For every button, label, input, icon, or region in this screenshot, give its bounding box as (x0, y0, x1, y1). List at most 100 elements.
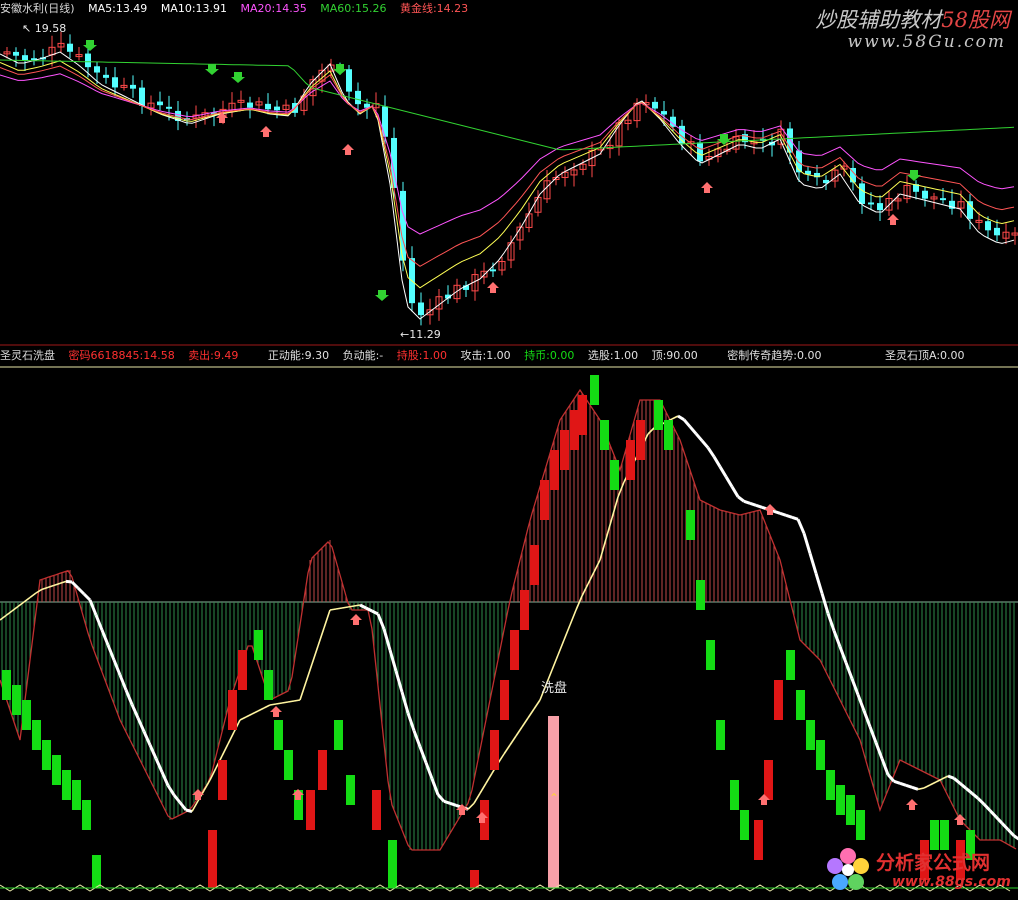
green-step-bar (806, 720, 815, 750)
trend-curve-segment (551, 654, 559, 671)
trend-curve-segment (239, 716, 247, 721)
trend-curve-segment (730, 485, 740, 498)
green-step-bar (42, 740, 51, 770)
green-step-bar (52, 755, 61, 785)
trend-curve-segment (953, 777, 961, 785)
trend-curve-segment (251, 710, 259, 715)
trend-curve-segment (737, 495, 745, 503)
candle-body-down (490, 269, 496, 272)
trend-curve-segment (130, 703, 140, 719)
trend-curve-segment (82, 592, 92, 602)
trend-curve-segment (593, 559, 601, 573)
red-step-bar (490, 730, 499, 770)
green-step-bar (274, 720, 283, 750)
red-step-bar (208, 830, 217, 888)
red-step-bar (530, 545, 539, 585)
trend-curve-segment (569, 609, 577, 626)
red-step-bar (318, 750, 327, 790)
trend-curve-segment (65, 579, 73, 584)
trend-curve-segment (779, 511, 787, 517)
attack-label: 攻击:1.00 (460, 349, 511, 362)
candle-body-down (112, 77, 118, 88)
green-down-arrow-icon (83, 40, 97, 51)
trend-curve-segment (1013, 834, 1018, 841)
green-step-bar (664, 420, 673, 450)
trend-curve-segment (124, 689, 134, 706)
trend-curve-segment (166, 784, 176, 796)
trend-curve-segment (154, 757, 164, 773)
trend-curve-segment (905, 783, 913, 789)
green-step-bar (826, 770, 835, 800)
red-step-bar (754, 820, 763, 860)
trend-curve-segment (527, 708, 535, 719)
trend-curve-segment (796, 518, 806, 534)
red-step-bar (510, 630, 519, 670)
pick-label: 选股:1.00 (587, 349, 639, 362)
green-step-bar (846, 795, 855, 825)
low-price-label: ←11.29 (400, 328, 441, 341)
trend-curve-segment (406, 712, 416, 732)
trend-curve-segment (430, 778, 440, 796)
trend-curve-segment (808, 552, 818, 574)
red-step-bar (470, 870, 479, 888)
trend-curve-segment (923, 784, 931, 789)
trend-curve-segment (563, 624, 571, 641)
green-step-bar (610, 460, 619, 490)
red-up-arrow-icon (350, 614, 362, 625)
main-chart-header: 安徽水利(日线) MA5:13.49 MA10:13.91 MA20:14.35… (0, 0, 478, 18)
green-down-arrow-icon (231, 72, 245, 83)
candle-body-down (661, 111, 667, 115)
trend-curve-segment (911, 785, 919, 791)
trend-curve-segment (773, 509, 781, 515)
candle-body-down (355, 90, 361, 105)
trend-curve-segment (5, 610, 13, 617)
trend-curve-segment (971, 792, 979, 800)
red-step-bar (636, 420, 645, 460)
candle-body-down (274, 106, 280, 111)
candle-body-down (247, 102, 253, 108)
trend-curve-segment (418, 746, 428, 764)
red-step-bar (540, 480, 549, 520)
trend-curve-segment (172, 794, 182, 804)
trend-curve-segment (299, 681, 307, 701)
stock-title: 安徽水利(日线) (0, 2, 75, 15)
trend-curve-segment (479, 782, 487, 794)
trend-curve-segment (485, 772, 493, 784)
trend-curve-segment (521, 717, 529, 728)
candle-body-down (418, 302, 424, 316)
trend-curve-segment (311, 645, 319, 665)
green-step-bar (786, 650, 795, 680)
green-step-bar (334, 720, 343, 750)
red-step-bar (578, 395, 587, 435)
trend-curve-segment (965, 787, 973, 795)
green-step-bar (2, 670, 11, 700)
top-a-label: 圣灵石顶A:0.00 (885, 349, 965, 362)
trend-curve-segment (347, 605, 355, 608)
gold-line-label: 黄金线:14.23 (399, 2, 469, 15)
trend-curve-segment (862, 710, 872, 728)
trend-curve-segment (76, 586, 86, 596)
trend-curve-segment (394, 670, 404, 693)
trend-curve-segment (929, 781, 937, 786)
trend-curve-segment (988, 809, 998, 818)
red-step-bar (626, 440, 635, 480)
candle-body-down (985, 221, 991, 231)
trend-curve-segment (473, 792, 481, 804)
green-step-bar (696, 580, 705, 610)
red-step-bar (520, 590, 529, 630)
red-up-arrow-icon (342, 144, 354, 155)
green-step-bar (816, 740, 825, 770)
red-up-arrow-icon (764, 504, 776, 515)
candle-body-down (166, 106, 172, 109)
trend-curve-segment (743, 499, 751, 505)
chart-canvas[interactable]: ↖ 19.58 ←11.29 洗盘 ⌃ (0, 0, 1018, 900)
candle-body-down (382, 106, 388, 137)
green-down-arrow-icon (907, 170, 921, 181)
watermark-58gu-url: www.58Gu.com (847, 32, 1006, 52)
trend-curve-segment (160, 771, 170, 787)
red-step-bar (218, 760, 227, 800)
top-label: 顶:90.00 (651, 349, 698, 362)
indicator-header: 圣灵石洗盘 密码6618845:14.58 卖出:9.49 正动能:9.30 负… (0, 347, 975, 365)
red-up-arrow-icon (906, 799, 918, 810)
trend-curve-segment (112, 659, 122, 676)
